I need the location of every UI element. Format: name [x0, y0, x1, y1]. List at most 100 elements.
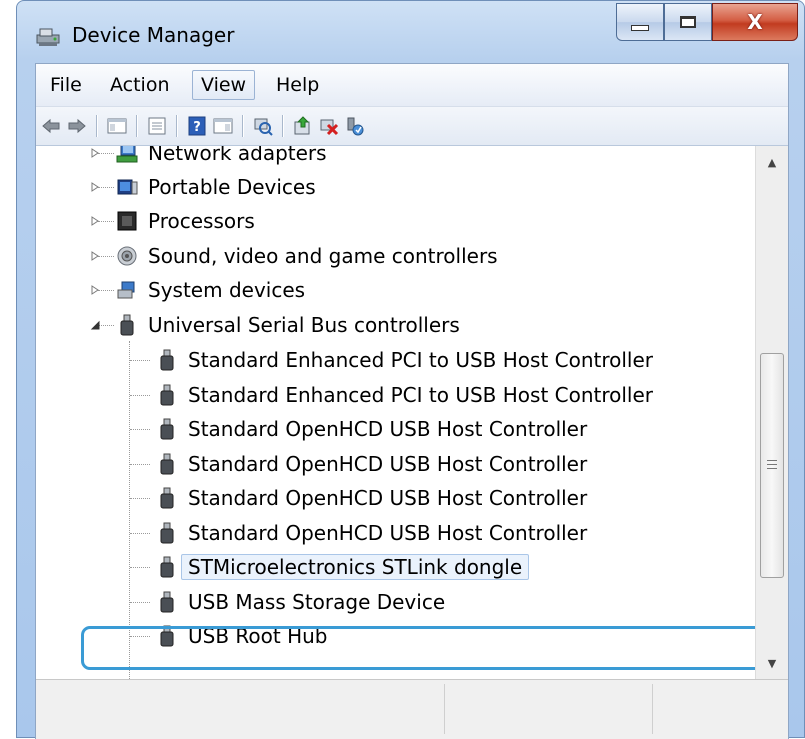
device-label: Standard Enhanced PCI to USB Host Contro… — [188, 382, 654, 407]
scan-hardware-icon[interactable] — [252, 115, 274, 137]
usb-device-item[interactable]: Standard OpenHCD USB Host Controller — [156, 447, 587, 481]
device-label: USB Mass Storage Device — [188, 589, 446, 614]
toolbar-separator — [96, 115, 97, 137]
tree-connector — [130, 636, 150, 638]
usb-plug-icon — [160, 384, 174, 405]
processor-icon — [117, 211, 137, 231]
properties-icon[interactable] — [146, 115, 168, 137]
usb-device-item[interactable]: Standard Enhanced PCI to USB Host Contro… — [156, 343, 653, 377]
system-devices-icon — [117, 281, 135, 299]
expand-icon[interactable] — [90, 216, 100, 226]
tree-connector — [130, 532, 150, 535]
minimize-button[interactable] — [616, 3, 664, 41]
category-label: Network adapters — [148, 146, 327, 165]
usb-device-item[interactable]: USB Root Hub — [156, 619, 328, 653]
usb-plug-icon — [160, 453, 174, 474]
category-network-adapters[interactable]: Network adapters — [90, 146, 327, 170]
tree-connector — [130, 394, 150, 397]
usb-device-item[interactable]: Standard OpenHCD USB Host Controller — [156, 481, 587, 515]
menu-action[interactable]: Action — [102, 70, 178, 100]
category-system-devices[interactable]: System devices — [90, 273, 305, 307]
device-label: Standard OpenHCD USB Host Controller — [188, 417, 588, 441]
usb-plug-icon — [120, 314, 134, 336]
category-label: System devices — [148, 278, 306, 302]
enable-device-icon[interactable] — [344, 115, 366, 137]
device-label: Standard OpenHCD USB Host Controller — [188, 520, 588, 545]
show-hide-console-tree-icon[interactable] — [106, 115, 128, 137]
device-manager-icon — [35, 25, 61, 47]
category-sound-video-game[interactable]: Sound, video and game controllers — [90, 239, 498, 273]
scroll-down-icon[interactable]: ▼ — [756, 647, 788, 679]
caption-buttons: X — [616, 3, 798, 41]
portable-device-icon — [117, 179, 138, 195]
tree-connector — [130, 360, 150, 362]
status-pane — [444, 684, 445, 734]
device-tree[interactable]: Network adapters Portable Devices Proces… — [36, 146, 755, 679]
usb-device-item[interactable]: Standard OpenHCD USB Host Controller — [156, 412, 587, 446]
device-manager-window: Device Manager X File Action View Help ?… — [16, 0, 805, 739]
usb-plug-icon — [160, 556, 174, 578]
collapse-icon[interactable] — [90, 320, 100, 330]
uninstall-icon[interactable] — [318, 115, 340, 137]
category-portable-devices[interactable]: Portable Devices — [90, 170, 316, 204]
device-label: Standard Enhanced PCI to USB Host Contro… — [188, 348, 654, 372]
category-usb-controllers[interactable]: Universal Serial Bus controllers — [90, 308, 460, 342]
menu-file[interactable]: File — [42, 70, 90, 100]
usb-device-item[interactable]: Standard OpenHCD USB Host Controller — [156, 516, 587, 550]
tree-connector — [130, 567, 150, 569]
category-processors[interactable]: Processors — [90, 204, 255, 238]
usb-plug-icon — [160, 487, 174, 509]
window-title: Device Manager — [72, 23, 235, 47]
usb-plug-icon — [160, 625, 174, 647]
back-icon[interactable] — [40, 115, 62, 137]
tree-connector — [130, 601, 150, 604]
tree-connector — [130, 429, 150, 431]
expand-icon[interactable] — [90, 285, 100, 295]
grip-lines-icon — [767, 460, 777, 461]
svg-text:?: ? — [193, 120, 201, 135]
client-area: File Action View Help ? Network adapters… — [35, 63, 789, 739]
usb-plug-icon — [160, 591, 174, 612]
category-label: Portable Devices — [148, 175, 316, 199]
close-button[interactable]: X — [712, 3, 798, 41]
usb-plug-icon — [160, 349, 174, 371]
toolbar-separator — [176, 115, 177, 137]
menu-view[interactable]: View — [192, 70, 256, 100]
maximize-icon — [680, 16, 696, 28]
toolbar: ? — [36, 107, 788, 146]
tree-connector — [129, 341, 131, 679]
category-label: Sound, video and game controllers — [148, 244, 498, 268]
device-label: Standard OpenHCD USB Host Controller — [188, 451, 588, 476]
status-pane — [652, 684, 653, 734]
toolbar-separator — [242, 115, 243, 137]
help-icon[interactable]: ? — [186, 115, 208, 137]
category-label: Processors — [148, 209, 255, 233]
status-bar — [36, 679, 788, 739]
usb-device-item[interactable]: USB Mass Storage Device — [156, 585, 445, 619]
minimize-icon — [631, 25, 649, 31]
device-label: USB Root Hub — [188, 624, 328, 648]
device-label: Standard OpenHCD USB Host Controller — [188, 486, 588, 510]
toolbar-separator — [282, 115, 283, 137]
usb-device-item[interactable]: Standard Enhanced PCI to USB Host Contro… — [156, 378, 653, 412]
update-driver-icon[interactable] — [292, 115, 314, 137]
expand-icon[interactable] — [90, 251, 100, 261]
maximize-button[interactable] — [664, 3, 712, 41]
usb-device-selected[interactable]: STMicroelectronics STLink dongle — [156, 550, 530, 584]
usb-plug-icon — [160, 418, 174, 440]
menu-help[interactable]: Help — [268, 70, 327, 100]
toolbar-separator — [136, 115, 137, 137]
title-bar[interactable]: Device Manager X — [17, 1, 804, 63]
vertical-scrollbar[interactable]: ▲ ▼ — [755, 146, 788, 679]
usb-plug-icon — [160, 522, 174, 543]
tree-connector — [130, 463, 150, 466]
scroll-thumb[interactable] — [760, 353, 784, 578]
expand-icon[interactable] — [90, 182, 100, 192]
close-icon: X — [747, 10, 763, 34]
network-adapter-icon — [116, 146, 138, 163]
forward-icon[interactable] — [66, 115, 88, 137]
expand-icon[interactable] — [90, 148, 100, 158]
scroll-up-icon[interactable]: ▲ — [756, 146, 788, 178]
show-hide-action-pane-icon[interactable] — [212, 115, 234, 137]
tree-connector — [130, 498, 150, 500]
